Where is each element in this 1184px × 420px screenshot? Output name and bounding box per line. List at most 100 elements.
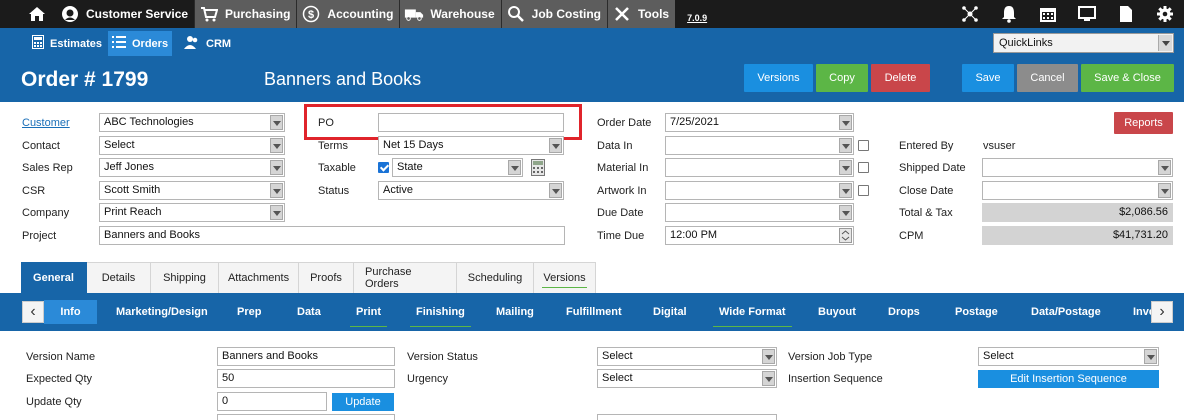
chevron-down-icon	[839, 138, 852, 153]
sales-rep-select[interactable]: Jeff Jones	[99, 158, 285, 177]
chevron-left-icon[interactable]: ‹	[22, 301, 44, 323]
tax-select[interactable]: State	[392, 158, 523, 177]
update-button[interactable]: Update	[332, 393, 394, 411]
nav-purchasing[interactable]: Purchasing	[194, 0, 297, 28]
home-icon[interactable]	[24, 0, 50, 28]
calculator-icon[interactable]	[531, 159, 545, 179]
close-date-label: Close Date	[899, 185, 954, 197]
shipped-date-label: Shipped Date	[899, 162, 966, 174]
save-close-button[interactable]: Save & Close	[1081, 64, 1174, 92]
save-button[interactable]: Save	[962, 64, 1014, 92]
data-in-select[interactable]	[665, 136, 854, 155]
subtab-postage[interactable]: Postage	[955, 300, 998, 324]
expected-qty-input[interactable]: 50	[217, 369, 395, 388]
due-date-select[interactable]	[665, 203, 854, 222]
tab-details[interactable]: Details	[87, 262, 151, 293]
delete-button[interactable]: Delete	[871, 64, 930, 92]
nav-warehouse[interactable]: Warehouse	[399, 0, 501, 28]
subnav-estimates[interactable]: Estimates	[28, 31, 106, 56]
nav-label: Accounting	[327, 7, 394, 21]
subnav-orders[interactable]: Orders	[108, 31, 173, 56]
cancel-button[interactable]: Cancel	[1017, 64, 1078, 92]
subtab-finishing[interactable]: Finishing	[410, 300, 471, 327]
quicklinks-select[interactable]: QuickLinks	[993, 33, 1174, 53]
project-input[interactable]: Banners and Books	[99, 226, 565, 245]
status-select[interactable]: Active	[378, 181, 564, 200]
edit-insertion-sequence-button[interactable]: Edit Insertion Sequence	[978, 370, 1159, 388]
subtab-data-postage[interactable]: Data/Postage	[1031, 300, 1101, 324]
chevron-right-icon[interactable]: ›	[1151, 301, 1173, 323]
urgency-label: Urgency	[407, 373, 448, 385]
subtab-data[interactable]: Data	[297, 300, 321, 324]
chevron-down-icon	[270, 183, 283, 198]
subtab-info[interactable]: Info	[44, 300, 97, 324]
tab-scheduling[interactable]: Scheduling	[457, 262, 534, 293]
taxable-checkbox[interactable]	[378, 162, 389, 173]
company-select[interactable]: Print Reach	[99, 203, 285, 222]
nav-accounting[interactable]: $ Accounting	[296, 0, 400, 28]
time-due-input[interactable]: 12:00 PM	[665, 226, 854, 245]
nav-label: Customer Service	[86, 7, 189, 21]
subtab-mailing[interactable]: Mailing	[496, 300, 534, 324]
subtab-buyout[interactable]: Buyout	[818, 300, 856, 324]
subnav-crm[interactable]: CRM	[180, 31, 235, 56]
customer-link[interactable]: Customer	[22, 117, 70, 129]
reports-button[interactable]: Reports	[1114, 112, 1173, 134]
csr-select[interactable]: Scott Smith	[99, 181, 285, 200]
versions-button[interactable]: Versions	[744, 64, 813, 92]
data-in-checkbox[interactable]	[858, 140, 869, 151]
close-date-select[interactable]	[982, 181, 1173, 200]
subtab-digital[interactable]: Digital	[653, 300, 687, 324]
tools-icon	[612, 4, 632, 24]
urgency-select[interactable]: Select	[597, 369, 777, 388]
material-in-checkbox[interactable]	[858, 162, 869, 173]
version-status-select[interactable]: Select	[597, 347, 777, 366]
nav-job-costing[interactable]: Job Costing	[500, 0, 607, 28]
subtab-print[interactable]: Print	[349, 300, 388, 327]
subtab-marketing-design[interactable]: Marketing/Design	[116, 300, 208, 324]
update-qty-label: Update Qty	[26, 396, 82, 408]
nav-customer-service[interactable]: Customer Service	[56, 0, 195, 28]
subtab-drops[interactable]: Drops	[888, 300, 920, 324]
version-link[interactable]: 7.0.9	[687, 13, 707, 23]
subtab-fulfillment[interactable]: Fulfillment	[566, 300, 622, 324]
version-name-label: Version Name	[26, 351, 96, 363]
customer-select[interactable]: ABC Technologies	[99, 113, 285, 132]
bell-icon[interactable]	[989, 0, 1028, 28]
tab-shipping[interactable]: Shipping	[151, 262, 219, 293]
document-icon[interactable]	[1106, 0, 1145, 28]
next-select-input[interactable]	[597, 414, 777, 420]
monitor-icon[interactable]	[1067, 0, 1106, 28]
nav-tools[interactable]: Tools	[606, 0, 676, 28]
nav-label: Purchasing	[225, 7, 291, 21]
csr-label: CSR	[22, 185, 46, 197]
order-date-select[interactable]: 7/25/2021	[665, 113, 854, 132]
tab-versions[interactable]: Versions	[534, 262, 596, 293]
tab-general[interactable]: General	[21, 262, 87, 293]
gear-icon[interactable]	[1145, 0, 1184, 28]
subnav-label: CRM	[206, 37, 232, 50]
terms-select[interactable]: Net 15 Days	[378, 136, 564, 155]
tab-proofs[interactable]: Proofs	[299, 262, 354, 293]
update-qty-input[interactable]: 0	[217, 392, 327, 411]
contact-select[interactable]: Select	[99, 136, 285, 155]
terms-label: Terms	[318, 140, 348, 152]
truck-icon	[404, 4, 424, 24]
subtab-wide-format[interactable]: Wide Format	[713, 300, 791, 327]
tab-attachments[interactable]: Attachments	[219, 262, 299, 293]
network-icon[interactable]	[950, 0, 989, 28]
next-field-input[interactable]	[217, 414, 395, 420]
artwork-in-checkbox[interactable]	[858, 185, 869, 196]
version-job-type-select[interactable]: Select	[978, 347, 1159, 366]
material-in-select[interactable]	[665, 158, 854, 177]
tab-purchase-orders[interactable]: Purchase Orders	[354, 262, 457, 293]
calendar-icon[interactable]	[1028, 0, 1067, 28]
artwork-in-select[interactable]	[665, 181, 854, 200]
version-name-input[interactable]: Banners and Books	[217, 347, 395, 366]
users-icon	[184, 35, 200, 52]
shipped-date-select[interactable]	[982, 158, 1173, 177]
time-spinner-icon[interactable]	[839, 228, 852, 243]
subtab-prep[interactable]: Prep	[237, 300, 261, 324]
copy-button[interactable]: Copy	[816, 64, 868, 92]
po-input[interactable]	[378, 113, 564, 132]
